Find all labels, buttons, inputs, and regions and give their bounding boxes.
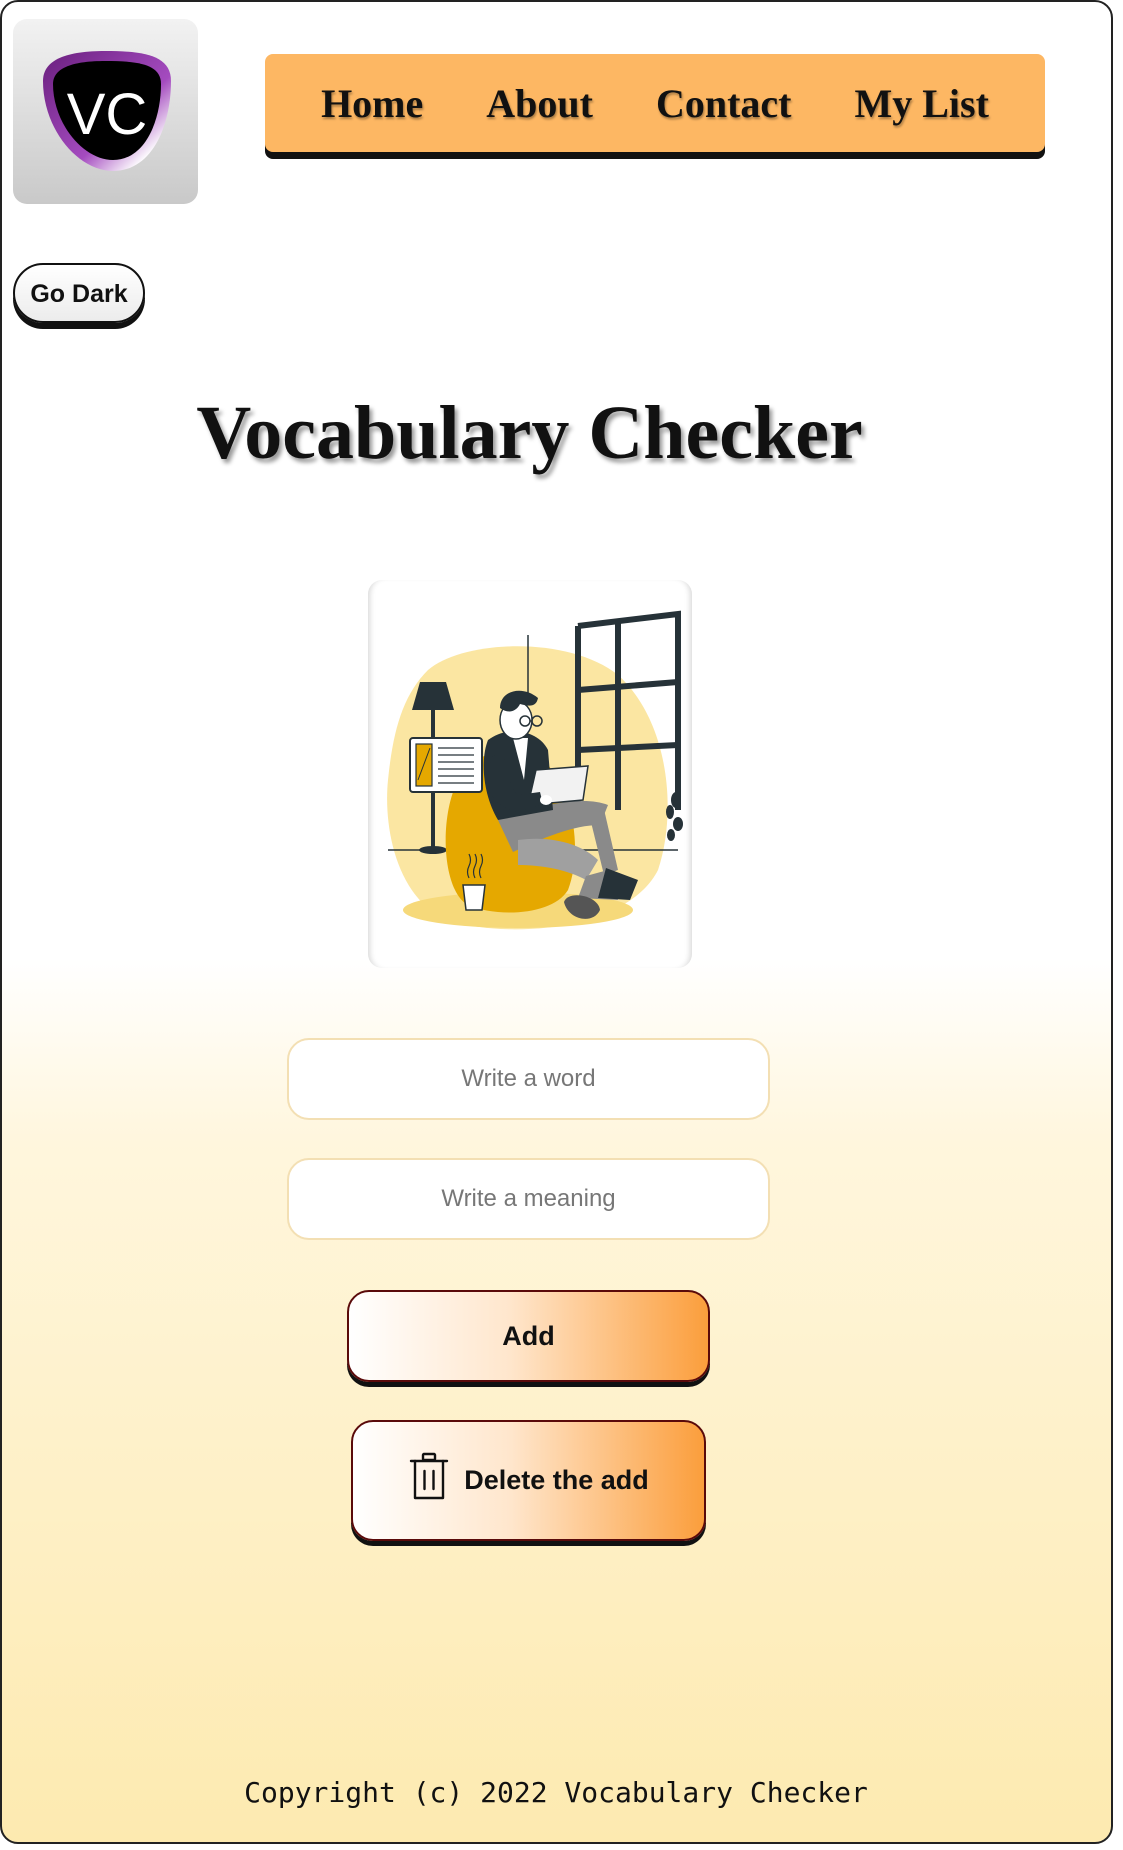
nav-about-link[interactable]: About — [486, 80, 593, 127]
trash-icon — [408, 1452, 450, 1509]
add-button[interactable]: Add — [347, 1290, 710, 1382]
person-reading-illustration-icon — [387, 610, 683, 930]
hero-illustration — [368, 580, 692, 968]
delete-button-label: Delete the add — [464, 1465, 649, 1495]
vc-logo-icon: VC — [43, 51, 171, 171]
page-title: Vocabulary Checker — [196, 391, 863, 475]
add-button-label: Add — [502, 1320, 555, 1351]
main-nav: Home About Contact My List — [265, 54, 1045, 152]
delete-button[interactable]: Delete the add — [351, 1420, 706, 1541]
footer-copyright: Copyright (c) 2022 Vocabulary Checker — [244, 1776, 868, 1809]
svg-text:VC: VC — [67, 82, 148, 147]
word-input[interactable] — [287, 1038, 770, 1120]
page-frame: VC Home About Contact My List Go Dark Vo… — [0, 0, 1113, 1844]
logo[interactable]: VC — [13, 19, 198, 204]
go-dark-button[interactable]: Go Dark — [13, 263, 145, 323]
nav-home-link[interactable]: Home — [321, 80, 423, 127]
meaning-input[interactable] — [287, 1158, 770, 1240]
nav-my-list-link[interactable]: My List — [854, 80, 988, 127]
nav-contact-link[interactable]: Contact — [656, 80, 792, 127]
